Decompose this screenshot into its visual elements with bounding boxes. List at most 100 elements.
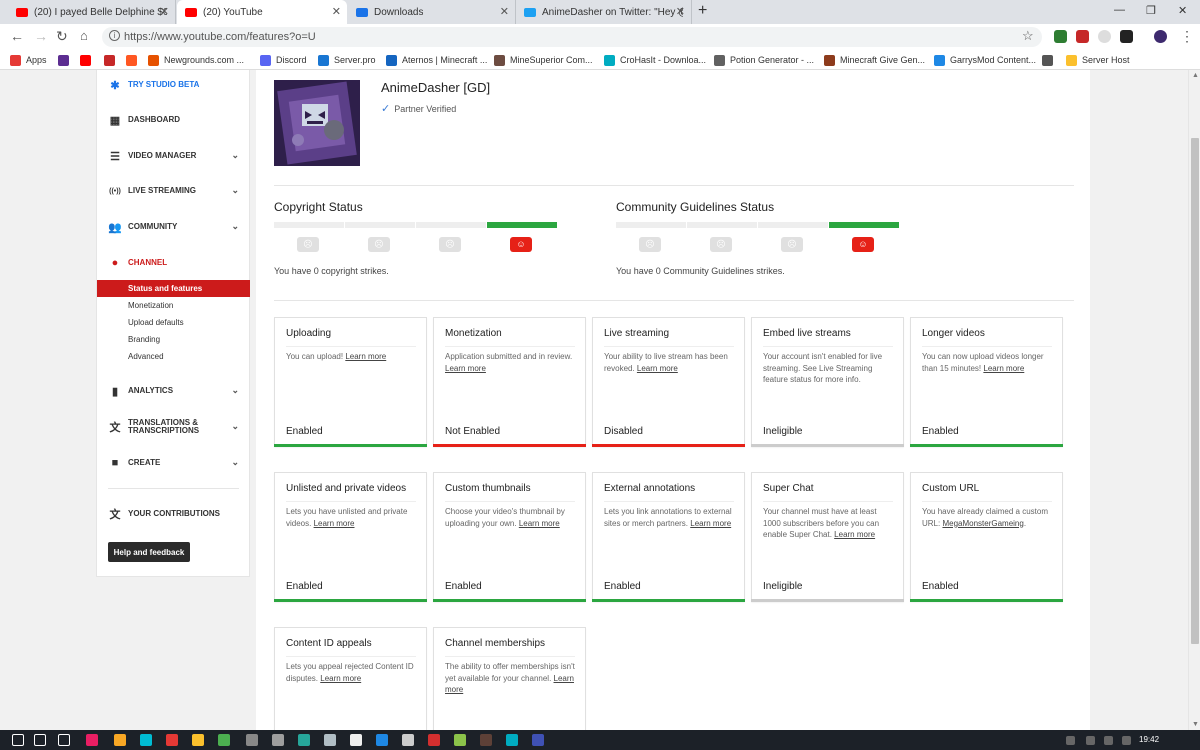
bookmark-item[interactable]: MineSuperior Com... <box>494 53 593 67</box>
close-window-button[interactable]: ✕ <box>1178 4 1187 17</box>
taskbar-app-icon[interactable] <box>506 734 518 746</box>
taskbar-app-icon[interactable] <box>34 734 46 746</box>
channel-subitem[interactable]: Advanced <box>97 348 250 365</box>
chevron-down-icon[interactable]: ⌄ <box>231 385 239 396</box>
channel-subitem[interactable]: Branding <box>97 331 250 348</box>
channel-avatar[interactable] <box>274 80 360 166</box>
address-bar[interactable]: i https://www.youtube.com/features?o=U <box>102 27 1042 47</box>
profile-avatar[interactable] <box>1154 30 1167 43</box>
taskbar-app-icon[interactable] <box>114 734 126 746</box>
learn-more-link[interactable]: Learn more <box>637 364 678 373</box>
close-tab-icon[interactable]: ✕ <box>500 5 509 18</box>
taskbar-app-icon[interactable] <box>218 734 230 746</box>
taskbar-app-icon[interactable] <box>12 734 24 746</box>
bookmark-item[interactable]: Potion Generator - ... <box>714 53 814 67</box>
bookmark-item[interactable]: Aternos | Minecraft ... <box>386 53 487 67</box>
bookmark-item[interactable]: Server Host <box>1066 53 1130 67</box>
close-tab-icon[interactable]: ✕ <box>676 5 685 18</box>
chevron-down-icon[interactable]: ⌄ <box>231 457 239 468</box>
help-feedback-button[interactable]: Help and feedback <box>108 542 190 562</box>
bookmark-item[interactable]: Minecraft Give Gen... <box>824 53 925 67</box>
bookmark-item[interactable]: Server.pro <box>318 53 376 67</box>
learn-more-link[interactable]: Learn more <box>983 364 1024 373</box>
bookmark-item[interactable] <box>80 53 96 67</box>
sidebar-item-translations-transcriptions[interactable]: 文 TRANSLATIONS & TRANSCRIPTIONS ⌄ <box>97 417 249 437</box>
channel-subitem[interactable]: Upload defaults <box>97 314 250 331</box>
forward-icon[interactable]: → <box>34 28 48 44</box>
taskbar-app-icon[interactable] <box>402 734 414 746</box>
bookmark-item[interactable] <box>1042 53 1058 67</box>
menu-icon[interactable]: ⋮ <box>1180 28 1194 45</box>
page-scrollbar[interactable]: ▲ ▼ <box>1188 70 1200 730</box>
taskbar-app-icon[interactable] <box>532 734 544 746</box>
bookmark-item[interactable]: CroHasIt - Downloa... <box>604 53 706 67</box>
taskbar-app-icon[interactable] <box>192 734 204 746</box>
learn-more-link[interactable]: Learn more <box>690 519 731 528</box>
browser-tab[interactable]: Downloads ✕ <box>348 0 516 24</box>
extension-icon[interactable] <box>1120 30 1133 43</box>
bookmark-star-icon[interactable]: ☆ <box>1022 28 1034 44</box>
bookmark-item[interactable]: Discord <box>260 53 307 67</box>
taskbar-app-icon[interactable] <box>166 734 178 746</box>
bookmark-item[interactable]: Newgrounds.com ... <box>148 53 244 67</box>
browser-tab[interactable]: AnimeDasher on Twitter: "Hey @ ✕ <box>516 0 692 24</box>
sidebar-item-try-studio-beta[interactable]: ✱ TRY STUDIO BETA <box>97 75 249 95</box>
taskbar-app-icon[interactable] <box>480 734 492 746</box>
bookmark-item[interactable] <box>104 53 120 67</box>
taskbar-app-icon[interactable] <box>428 734 440 746</box>
tray-icon[interactable] <box>1086 736 1095 745</box>
home-icon[interactable]: ⌂ <box>80 28 88 43</box>
reload-icon[interactable]: ↻ <box>56 28 68 45</box>
channel-subitem[interactable]: Monetization <box>97 297 250 314</box>
extension-icon[interactable] <box>1076 30 1089 43</box>
sidebar-item-dashboard[interactable]: ▦ DASHBOARD <box>97 110 249 130</box>
chevron-down-icon[interactable]: ⌄ <box>231 185 239 196</box>
sidebar-item-your-contributions[interactable]: 文 YOUR CONTRIBUTIONS <box>97 504 249 524</box>
learn-more-link[interactable]: Learn more <box>345 352 386 361</box>
learn-more-link[interactable]: Learn more <box>320 674 361 683</box>
taskbar-app-icon[interactable] <box>272 734 284 746</box>
bookmark-item[interactable] <box>58 53 74 67</box>
chevron-down-icon[interactable]: ⌄ <box>231 150 239 161</box>
minimize-button[interactable]: — <box>1114 4 1125 16</box>
bookmark-item[interactable] <box>126 53 142 67</box>
learn-more-link[interactable]: Learn more <box>834 530 875 539</box>
taskbar-app-icon[interactable] <box>140 734 152 746</box>
taskbar-app-icon[interactable] <box>376 734 388 746</box>
extension-icon[interactable] <box>1098 30 1111 43</box>
taskbar-app-icon[interactable] <box>350 734 362 746</box>
new-tab-button[interactable]: + <box>698 2 707 20</box>
channel-subitem[interactable]: Status and features <box>97 280 250 297</box>
sidebar-item-video-manager[interactable]: ☰ VIDEO MANAGER ⌄ <box>97 146 249 166</box>
tray-icon[interactable] <box>1122 736 1131 745</box>
chevron-down-icon[interactable]: ⌄ <box>231 421 239 432</box>
extension-icon[interactable] <box>1054 30 1067 43</box>
taskbar-app-icon[interactable] <box>324 734 336 746</box>
close-tab-icon[interactable]: ✕ <box>160 5 169 18</box>
bookmark-item[interactable]: Apps <box>10 53 47 67</box>
sidebar-item-channel[interactable]: ● CHANNEL <box>97 253 249 273</box>
learn-more-link[interactable]: Learn more <box>445 364 486 373</box>
taskbar-app-icon[interactable] <box>454 734 466 746</box>
info-icon[interactable]: i <box>109 30 120 41</box>
sidebar-item-community[interactable]: 👥 COMMUNITY ⌄ <box>97 217 249 237</box>
scroll-up-icon[interactable]: ▲ <box>1192 72 1199 79</box>
tray-icon[interactable] <box>1104 736 1113 745</box>
close-tab-icon[interactable]: ✕ <box>332 5 341 18</box>
clock[interactable]: 19:42 <box>1139 735 1159 744</box>
browser-tab[interactable]: (20) YouTube ✕ <box>177 0 347 24</box>
scroll-down-icon[interactable]: ▼ <box>1192 721 1199 728</box>
taskbar-app-icon[interactable] <box>298 734 310 746</box>
scrollbar-thumb[interactable] <box>1191 138 1199 644</box>
back-icon[interactable]: ← <box>10 28 24 44</box>
browser-tab[interactable]: (20) I payed Belle Delphine $0 - Y✕ <box>8 0 176 24</box>
learn-more-link[interactable]: MegaMonsterGameing <box>942 519 1023 528</box>
maximize-button[interactable]: ❐ <box>1146 4 1156 17</box>
taskbar-app-icon[interactable] <box>86 734 98 746</box>
sidebar-item-analytics[interactable]: ▮ ANALYTICS ⌄ <box>97 381 249 401</box>
tray-icon[interactable] <box>1066 736 1075 745</box>
taskbar-app-icon[interactable] <box>246 734 258 746</box>
learn-more-link[interactable]: Learn more <box>519 519 560 528</box>
taskbar-app-icon[interactable] <box>58 734 70 746</box>
chevron-down-icon[interactable]: ⌄ <box>231 221 239 232</box>
